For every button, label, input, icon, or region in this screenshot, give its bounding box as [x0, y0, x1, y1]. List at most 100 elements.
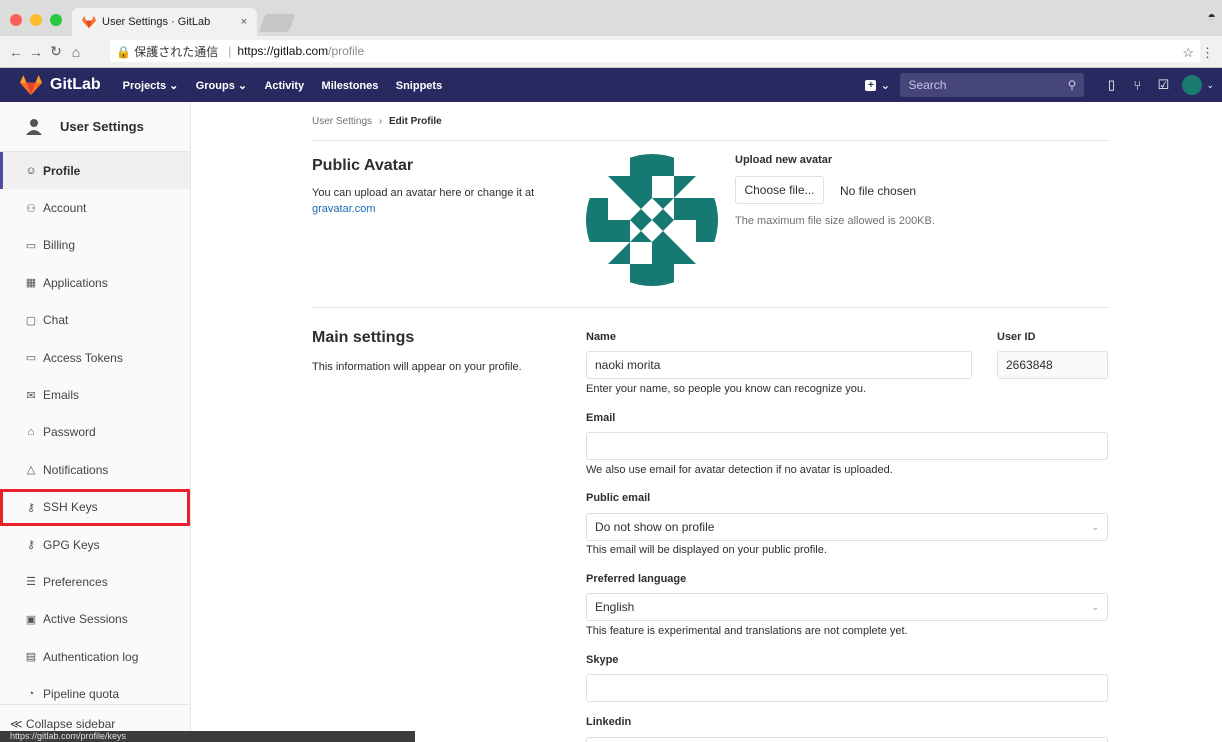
sidebar-title: User Settings [60, 119, 144, 134]
search-input[interactable]: Search ⚲ [900, 73, 1085, 97]
browser-menu-icon[interactable]: ⋮ [1201, 45, 1214, 61]
public-email-select[interactable]: Do not show on profile ⌄ [586, 513, 1108, 541]
bookmark-star-icon[interactable]: ☆ [1182, 45, 1194, 61]
minimize-window-button[interactable] [30, 14, 42, 26]
user-avatar[interactable] [1182, 75, 1203, 95]
sidebar-item-account[interactable]: ⚇ Account [0, 189, 190, 226]
main-settings-desc: This information will appear on your pro… [312, 361, 522, 373]
user-id-field[interactable]: 2663848 [997, 351, 1108, 379]
gravatar-link[interactable]: gravatar.com [312, 203, 376, 215]
url-separator: | [228, 44, 232, 58]
sidebar-item-chat[interactable]: ▢ Chat [0, 302, 190, 339]
new-dropdown[interactable]: + ⌄ [865, 78, 890, 92]
user-icon [26, 118, 42, 135]
divider [312, 307, 1108, 308]
status-bar-url: https://gitlab.com/profile/keys [0, 731, 415, 742]
breadcrumb: User Settings › Edit Profile [312, 116, 442, 127]
nav-projects[interactable]: Projects ⌄ [123, 80, 179, 92]
gitlab-favicon-icon [82, 15, 96, 29]
sidebar-item-label: Active Sessions [43, 612, 128, 627]
home-icon[interactable]: ⌂ [66, 44, 86, 60]
sidebar-item-notifications[interactable]: △ Notifications [0, 451, 190, 488]
choose-file-button[interactable]: Choose file... [735, 176, 824, 204]
public-email-value: Do not show on profile [595, 520, 715, 534]
sidebar-item-ssh-keys[interactable]: ⚷ SSH Keys [0, 488, 190, 526]
sidebar-header[interactable]: User Settings [0, 102, 190, 152]
language-select[interactable]: English ⌄ [586, 593, 1108, 621]
sidebar-item-label: Password [43, 425, 96, 440]
sidebar-item-emails[interactable]: ✉ Emails [0, 376, 190, 413]
url-path: /profile [328, 44, 365, 58]
sidebar-item-billing[interactable]: ▭ Billing [0, 227, 190, 264]
sidebar-item-gpg-keys[interactable]: ⚷ GPG Keys [0, 526, 190, 563]
public-avatar-desc: You can upload an avatar here or change … [312, 185, 562, 217]
reload-icon[interactable]: ↻ [46, 43, 66, 60]
upload-avatar-label: Upload new avatar [735, 154, 833, 166]
email-help: We also use email for avatar detection i… [586, 464, 893, 476]
sidebar-item-label: Billing [43, 238, 76, 253]
billing-icon: ▭ [25, 239, 37, 252]
password-icon: ⌂ [27, 426, 35, 439]
max-file-size-text: The maximum file size allowed is 200KB. [735, 215, 935, 227]
gitlab-tanuki-icon [20, 75, 42, 95]
sidebar-item-label: SSH Keys [43, 500, 98, 515]
tab-close-icon[interactable]: × [241, 16, 247, 28]
sidebar-item-authentication-log[interactable]: ▤ Authentication log [0, 638, 190, 675]
brand-name: GitLab [50, 76, 101, 93]
back-icon[interactable]: ← [6, 44, 26, 60]
access-tokens-icon: ▭ [25, 352, 37, 365]
user-id-label: User ID [997, 331, 1036, 343]
forward-icon[interactable]: → [26, 44, 46, 60]
browser-tab[interactable]: User Settings · GitLab × [72, 8, 257, 36]
sidebar-item-label: Chat [43, 313, 69, 328]
sidebar-item-preferences[interactable]: ☰ Preferences [0, 563, 190, 600]
profile-icon: ☺ [25, 164, 37, 177]
email-field[interactable] [586, 432, 1108, 460]
gitlab-logo[interactable]: GitLab [20, 75, 101, 95]
maximize-window-button[interactable] [50, 14, 62, 26]
sidebar-item-password[interactable]: ⌂ Password [0, 414, 190, 451]
sidebar-item-active-sessions[interactable]: ▣ Active Sessions [0, 601, 190, 638]
ssh-keys-icon: ⚷ [26, 501, 36, 514]
name-field[interactable]: naoki morita [586, 351, 972, 379]
breadcrumb-parent[interactable]: User Settings [312, 116, 372, 127]
tab-title: User Settings · GitLab [102, 16, 211, 28]
nav-snippets[interactable]: Snippets [396, 80, 442, 92]
nav-milestones[interactable]: Milestones [322, 80, 379, 92]
preferences-icon: ☰ [26, 576, 36, 589]
skype-field[interactable] [586, 674, 1108, 702]
merge-request-icon[interactable]: ⑂ [1124, 78, 1150, 93]
search-placeholder: Search [908, 78, 947, 92]
new-tab-button[interactable] [258, 14, 296, 32]
sidebar-item-label: Emails [43, 388, 80, 403]
sidebar-item-label: Preferences [43, 574, 108, 589]
issues-icon[interactable]: ☑ [1150, 77, 1176, 93]
active-sessions-icon: ▣ [25, 613, 37, 626]
main-content: User Settings › Edit Profile Public Avat… [191, 102, 1222, 742]
nav-groups[interactable]: Groups ⌄ [196, 80, 247, 92]
avatar-caret[interactable]: ⌄ [1206, 80, 1214, 91]
url-host: https://gitlab.com [237, 44, 329, 58]
gitlab-header: GitLab Projects ⌄ Groups ⌄ Activity Mile… [0, 68, 1222, 102]
sidebar-item-profile[interactable]: ☺ Profile [0, 152, 190, 190]
public-avatar-title: Public Avatar [312, 157, 414, 174]
linkedin-field[interactable] [586, 737, 1108, 742]
breadcrumb-current: Edit Profile [388, 116, 442, 127]
chat-icon: ▢ [25, 314, 37, 327]
todo-icon[interactable]: ▯ [1098, 77, 1124, 93]
public-email-label: Public email [586, 492, 651, 504]
url-bar[interactable]: 🔒 保護された通信 | https://gitlab.com /profile [110, 40, 1200, 62]
sidebar-item-access-tokens[interactable]: ▭ Access Tokens [0, 339, 190, 376]
chevron-down-icon: ⌄ [1091, 601, 1099, 612]
incognito-icon: ◓ [1207, 8, 1216, 24]
browser-toolbar: ← → ↻ ⌂ 🔒 保護された通信 | https://gitlab.com /… [0, 36, 1222, 68]
close-window-button[interactable] [10, 14, 22, 26]
sidebar-item-label: Authentication log [43, 649, 139, 664]
header-actions: + ⌄ Search ⚲ ▯ ⑂ ☑ ⌄ [865, 68, 1222, 102]
plus-icon: + [865, 79, 877, 91]
nav-activity[interactable]: Activity [264, 80, 304, 92]
settings-sidebar: User Settings ☺ Profile ⚇ Account ▭ Billing ▦ A… [0, 102, 191, 742]
language-value: English [595, 600, 635, 614]
skype-label: Skype [586, 654, 619, 666]
sidebar-item-applications[interactable]: ▦ Applications [0, 264, 190, 301]
